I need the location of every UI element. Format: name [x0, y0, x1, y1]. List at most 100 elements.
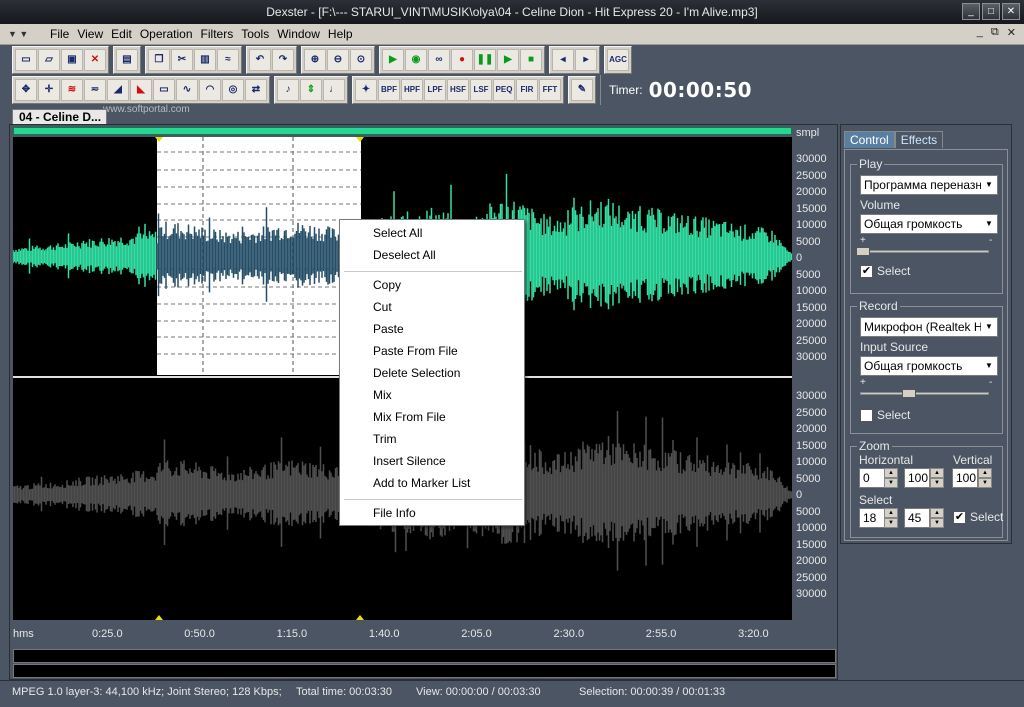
menu-item-paste-from-file[interactable]: Paste From File: [373, 344, 458, 358]
tab-control[interactable]: Control: [844, 131, 895, 148]
play-to-end-icon[interactable]: ▶: [497, 49, 519, 71]
play-icon[interactable]: ▶: [382, 49, 404, 71]
play-device-select[interactable]: Программа переназначения ▼: [860, 175, 998, 195]
noise-icon[interactable]: ≋: [61, 79, 83, 101]
hsf-button[interactable]: HSF: [447, 79, 469, 101]
menu-item-file-info[interactable]: File Info: [373, 506, 416, 520]
play-selection-icon[interactable]: ◉: [405, 49, 427, 71]
menu-item-cut[interactable]: Cut: [373, 300, 392, 314]
horizontal-scrollbar[interactable]: [13, 649, 836, 663]
selection-start-spinner[interactable]: ▲ ▼: [884, 508, 898, 528]
save-icon[interactable]: ▣: [61, 49, 83, 71]
new-file-icon[interactable]: ▭: [15, 49, 37, 71]
close-button[interactable]: ✕: [1002, 3, 1020, 20]
mix-icon[interactable]: ≈: [217, 49, 239, 71]
maximize-button[interactable]: □: [982, 3, 1000, 20]
menu-item-add-to-marker-list[interactable]: Add to Marker List: [373, 476, 470, 490]
reverb-icon[interactable]: ◎: [222, 79, 244, 101]
menu-view[interactable]: View: [73, 27, 107, 41]
fir-button[interactable]: FIR: [516, 79, 538, 101]
loop-icon[interactable]: ∞: [428, 49, 450, 71]
bpf-button[interactable]: BPF: [378, 79, 400, 101]
record-icon[interactable]: ●: [451, 49, 473, 71]
volume-up-icon[interactable]: ▸: [575, 49, 597, 71]
record-volume-slider[interactable]: [860, 392, 989, 395]
zoom-horizontal-min-spinner[interactable]: ▲ ▼: [884, 468, 898, 488]
pause-icon[interactable]: ❚❚: [474, 49, 496, 71]
amplify-icon[interactable]: ∿: [176, 79, 198, 101]
undo-icon[interactable]: ↶: [249, 49, 271, 71]
selection-end-input[interactable]: 45: [904, 508, 930, 528]
input-source-select[interactable]: Общая громкость ▼: [860, 356, 998, 376]
lpf-button[interactable]: LPF: [424, 79, 446, 101]
fft-button[interactable]: FFT: [539, 79, 561, 101]
agc-button[interactable]: AGC: [607, 49, 629, 71]
menu-item-paste[interactable]: Paste: [373, 322, 404, 336]
zoom-out-icon[interactable]: ⊖: [327, 49, 349, 71]
stop-icon[interactable]: ■: [520, 49, 542, 71]
menu-item-deselect-all[interactable]: Deselect All: [373, 248, 436, 262]
menu-help[interactable]: Help: [324, 27, 357, 41]
volume-down-icon[interactable]: ◂: [552, 49, 574, 71]
close-file-icon[interactable]: ✕: [84, 49, 106, 71]
zoom-vertical-spinner[interactable]: ▲ ▼: [978, 468, 992, 488]
zoom-fit-icon[interactable]: ⊙: [350, 49, 372, 71]
menu-item-delete-selection[interactable]: Delete Selection: [373, 366, 460, 380]
menu-item-copy[interactable]: Copy: [373, 278, 401, 292]
menu-item-insert-silence[interactable]: Insert Silence: [373, 454, 446, 468]
record-volume-slider-thumb[interactable]: [902, 389, 916, 398]
menu-file[interactable]: File: [46, 27, 73, 41]
menu-item-trim[interactable]: Trim: [373, 432, 397, 446]
selection-start-input[interactable]: 18: [859, 508, 885, 528]
minimize-button[interactable]: _: [962, 3, 980, 20]
play-select-checkbox[interactable]: ✔: [860, 265, 873, 278]
menu-item-mix-from-file[interactable]: Mix From File: [373, 410, 446, 424]
reverse-icon[interactable]: ⇄: [245, 79, 267, 101]
play-volume-slider-thumb[interactable]: [856, 247, 870, 256]
menu-tools[interactable]: Tools: [237, 27, 273, 41]
marker-icon[interactable]: ✛: [38, 79, 60, 101]
redo-icon[interactable]: ↷: [272, 49, 294, 71]
document-tab[interactable]: 04 - Celine D...: [12, 109, 107, 125]
cut-icon[interactable]: ✂: [171, 49, 193, 71]
marker-track[interactable]: [13, 664, 836, 678]
zoom-select-checkbox[interactable]: ✔: [953, 511, 966, 524]
zoom-horizontal-input[interactable]: 100: [904, 468, 930, 488]
zoom-in-icon[interactable]: ⊕: [304, 49, 326, 71]
peq-button[interactable]: PEQ: [493, 79, 515, 101]
tab-effects[interactable]: Effects: [894, 131, 944, 148]
normalize-icon[interactable]: ▭: [153, 79, 175, 101]
selection-end-spinner[interactable]: ▲ ▼: [930, 508, 944, 528]
record-device-select[interactable]: Микрофон (Realtek High ▼: [860, 317, 998, 337]
pitch-icon[interactable]: ⇕: [300, 79, 322, 101]
copy-icon[interactable]: ❐: [148, 49, 170, 71]
record-select-checkbox[interactable]: [860, 409, 873, 422]
open-folder-icon[interactable]: ▱: [38, 49, 60, 71]
paste-icon[interactable]: ▥: [194, 49, 216, 71]
system-menu-icon[interactable]: ▼ ▼: [8, 29, 46, 39]
fade-out-icon[interactable]: ◣: [130, 79, 152, 101]
play-volume-slider[interactable]: [860, 250, 989, 253]
fade-in-icon[interactable]: ◢: [107, 79, 129, 101]
notes-icon[interactable]: ✎: [571, 79, 593, 101]
menu-item-select-all[interactable]: Select All: [373, 226, 422, 240]
menu-filters[interactable]: Filters: [197, 27, 238, 41]
mdi-close-icon[interactable]: ✕: [1007, 26, 1016, 39]
overview-bar[interactable]: [13, 127, 792, 135]
menu-operation[interactable]: Operation: [136, 27, 197, 41]
lsf-button[interactable]: LSF: [470, 79, 492, 101]
echo-icon[interactable]: ◠: [199, 79, 221, 101]
volume-source-select[interactable]: Общая громкость ▼: [860, 214, 998, 234]
tempo-icon[interactable]: ♩: [323, 79, 345, 101]
properties-icon[interactable]: ▤: [116, 49, 138, 71]
zoom-vertical-input[interactable]: 100: [952, 468, 978, 488]
menu-window[interactable]: Window: [273, 27, 324, 41]
zoom-horizontal-spinner[interactable]: ▲ ▼: [930, 468, 944, 488]
silence-icon[interactable]: ≂: [84, 79, 106, 101]
menu-edit[interactable]: Edit: [107, 27, 136, 41]
menu-item-mix[interactable]: Mix: [373, 388, 392, 402]
filter-settings-icon[interactable]: ✦: [355, 79, 377, 101]
mdi-restore-icon[interactable]: ⧉: [991, 26, 999, 39]
fit-icon[interactable]: ✥: [15, 79, 37, 101]
equalizer-icon[interactable]: ♪: [277, 79, 299, 101]
